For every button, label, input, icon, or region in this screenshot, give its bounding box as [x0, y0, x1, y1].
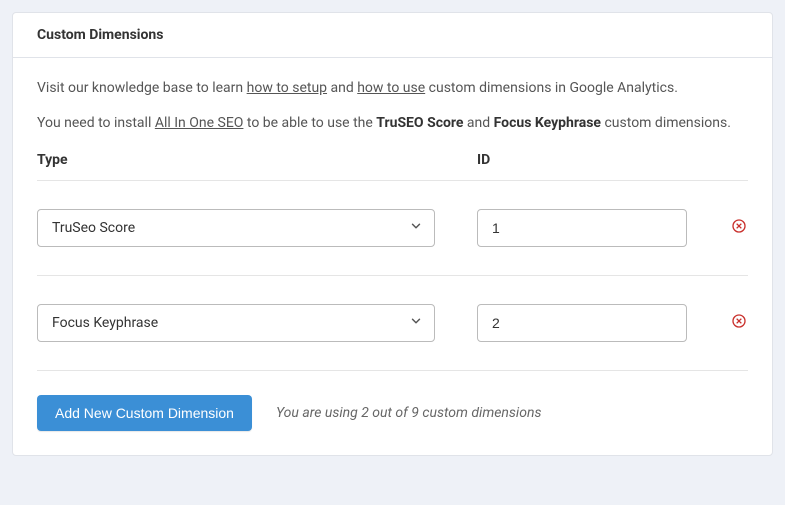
remove-button[interactable]	[730, 219, 748, 237]
panel-title: Custom Dimensions	[37, 27, 748, 43]
intro-line-2: You need to install All In One SEO to be…	[37, 113, 748, 134]
remove-circle-icon	[731, 218, 747, 238]
dimension-row: TruSeo Score	[37, 181, 748, 276]
intro2-mid2: and	[463, 115, 493, 131]
type-select[interactable]: TruSeo Score	[37, 209, 435, 247]
intro2-suffix: custom dimensions.	[601, 115, 731, 131]
id-input[interactable]	[477, 209, 687, 247]
add-new-dimension-button[interactable]: Add New Custom Dimension	[37, 395, 252, 431]
strong-focus-keyphrase: Focus Keyphrase	[494, 115, 601, 131]
intro2-mid1: to be able to use the	[243, 115, 376, 131]
type-select-wrap: Focus Keyphrase	[37, 304, 435, 342]
intro-text-suffix: custom dimensions in Google Analytics.	[425, 80, 678, 96]
dimension-row: Focus Keyphrase	[37, 276, 748, 371]
panel-header: Custom Dimensions	[13, 13, 772, 58]
custom-dimensions-panel: Custom Dimensions Visit our knowledge ba…	[12, 12, 773, 456]
type-select[interactable]: Focus Keyphrase	[37, 304, 435, 342]
intro-text-prefix: Visit our knowledge base to learn	[37, 80, 247, 96]
remove-button[interactable]	[730, 314, 748, 332]
header-type: Type	[37, 152, 477, 168]
intro2-prefix: You need to install	[37, 115, 155, 131]
remove-circle-icon	[731, 313, 747, 333]
intro-line-1: Visit our knowledge base to learn how to…	[37, 78, 748, 99]
type-select-value: Focus Keyphrase	[52, 315, 158, 331]
link-how-to-use[interactable]: how to use	[357, 80, 425, 96]
panel-body: Visit our knowledge base to learn how to…	[13, 58, 772, 455]
strong-truseo-score: TruSEO Score	[376, 115, 463, 131]
column-headers: Type ID	[37, 152, 748, 181]
link-how-to-setup[interactable]: how to setup	[247, 80, 327, 96]
intro-text-mid: and	[327, 80, 357, 96]
type-select-value: TruSeo Score	[52, 220, 135, 236]
usage-text: You are using 2 out of 9 custom dimensio…	[276, 405, 542, 421]
id-input[interactable]	[477, 304, 687, 342]
footer-row: Add New Custom Dimension You are using 2…	[37, 395, 748, 431]
type-select-wrap: TruSeo Score	[37, 209, 435, 247]
header-id: ID	[477, 152, 490, 168]
link-all-in-one-seo[interactable]: All In One SEO	[155, 115, 244, 131]
